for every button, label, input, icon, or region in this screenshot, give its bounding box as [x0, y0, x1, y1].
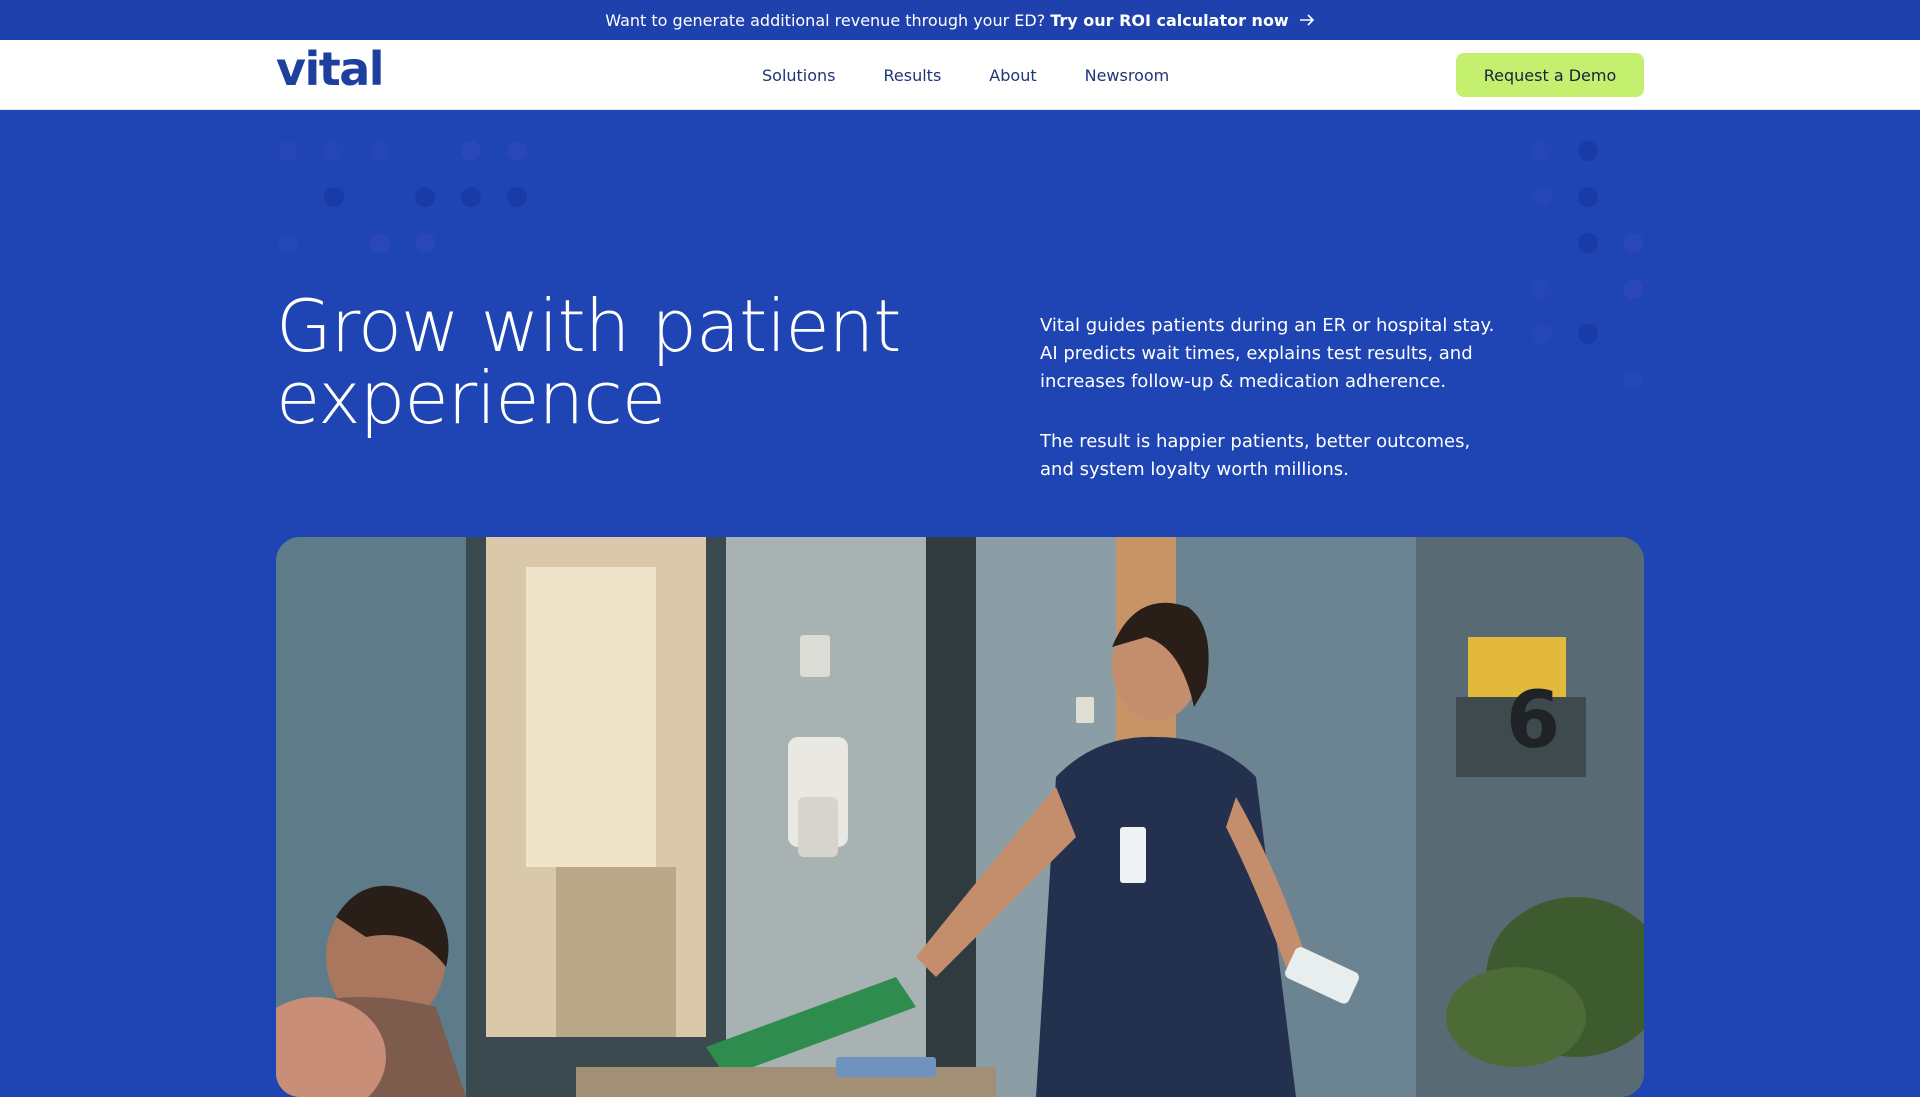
dot — [278, 141, 298, 161]
hero-title: Grow with patient experience — [276, 284, 902, 440]
nav-newsroom[interactable]: Newsroom — [1085, 66, 1170, 85]
dot — [278, 233, 298, 253]
dot — [415, 233, 435, 253]
dot — [370, 141, 390, 161]
nav-results[interactable]: Results — [884, 66, 942, 85]
dot — [1623, 370, 1643, 390]
dot — [1532, 141, 1552, 161]
dot — [415, 187, 435, 207]
site-header: vital Solutions Results About Newsroom R… — [0, 40, 1920, 110]
dot — [1532, 187, 1552, 207]
dot — [324, 187, 344, 207]
roi-calculator-link[interactable]: Try our ROI calculator now — [1050, 11, 1315, 30]
main-nav: Solutions Results About Newsroom — [762, 40, 1169, 110]
vital-logo[interactable]: vital — [276, 46, 385, 92]
dot — [1623, 279, 1643, 299]
dot — [461, 141, 481, 161]
arrow-right-icon — [1299, 14, 1314, 26]
dot — [507, 187, 527, 207]
hero-description: Vital guides patients during an ER or ho… — [1040, 312, 1500, 484]
roi-link-label: Try our ROI calculator now — [1050, 10, 1289, 30]
dot — [461, 187, 481, 207]
dot — [1532, 279, 1552, 299]
nav-about[interactable]: About — [989, 66, 1036, 85]
dot — [324, 141, 344, 161]
room-sign-number: 6 — [1506, 676, 1560, 766]
announcement-bar: Want to generate additional revenue thro… — [0, 0, 1920, 40]
hero-paragraph-2: The result is happier patients, better o… — [1040, 431, 1471, 480]
dot — [1578, 141, 1598, 161]
dot — [507, 141, 527, 161]
announcement-text: Want to generate additional revenue thro… — [605, 10, 1046, 30]
dot — [1532, 324, 1552, 344]
hero-paragraph-1: Vital guides patients during an ER or ho… — [1040, 315, 1495, 392]
dot — [1578, 187, 1598, 207]
hospital-scene-illustration: 6 — [276, 537, 1644, 1097]
hero-video[interactable]: 6 — [276, 537, 1644, 1097]
dot — [1578, 233, 1598, 253]
request-demo-button[interactable]: Request a Demo — [1456, 53, 1644, 97]
dot — [370, 233, 390, 253]
dot — [1578, 324, 1598, 344]
dot — [1623, 233, 1643, 253]
nav-solutions[interactable]: Solutions — [762, 66, 836, 85]
